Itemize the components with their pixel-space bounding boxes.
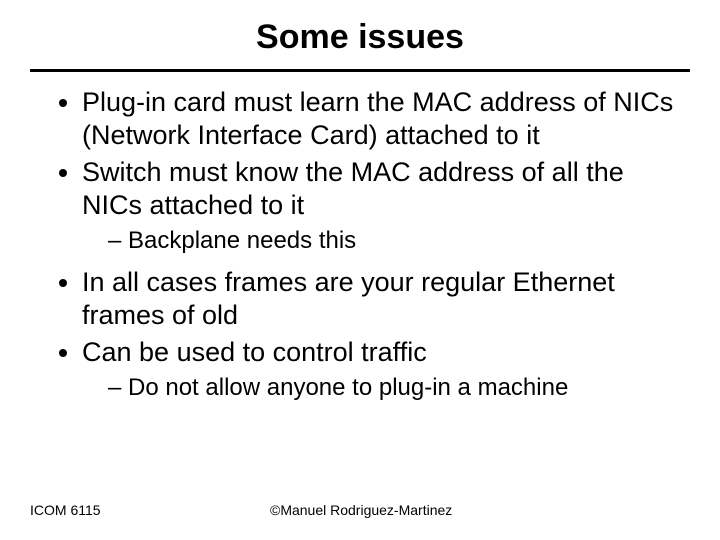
slide-title: Some issues xyxy=(30,18,690,57)
bullet-text: Switch must know the MAC address of all … xyxy=(82,157,624,220)
sub-bullet-list: Backplane needs this xyxy=(82,226,680,256)
sub-bullet-list: Do not allow anyone to plug-in a machine xyxy=(82,373,680,403)
slide-body: Plug-in card must learn the MAC address … xyxy=(30,86,690,403)
footer-center: ©Manuel Rodriguez-Martinez xyxy=(250,502,690,518)
slide: Some issues Plug-in card must learn the … xyxy=(0,0,720,540)
bullet-item: Switch must know the MAC address of all … xyxy=(82,156,680,256)
sub-bullet-item: Backplane needs this xyxy=(108,226,680,256)
slide-footer: ICOM 6115 ©Manuel Rodriguez-Martinez xyxy=(30,502,690,518)
bullet-item: Can be used to control traffic Do not al… xyxy=(82,336,680,403)
bullet-list: Plug-in card must learn the MAC address … xyxy=(40,86,680,403)
bullet-item: In all cases frames are your regular Eth… xyxy=(82,266,680,332)
bullet-text: Can be used to control traffic xyxy=(82,337,427,367)
sub-bullet-item: Do not allow anyone to plug-in a machine xyxy=(108,373,680,403)
footer-left: ICOM 6115 xyxy=(30,502,250,518)
title-rule xyxy=(30,69,690,72)
bullet-item: Plug-in card must learn the MAC address … xyxy=(82,86,680,152)
